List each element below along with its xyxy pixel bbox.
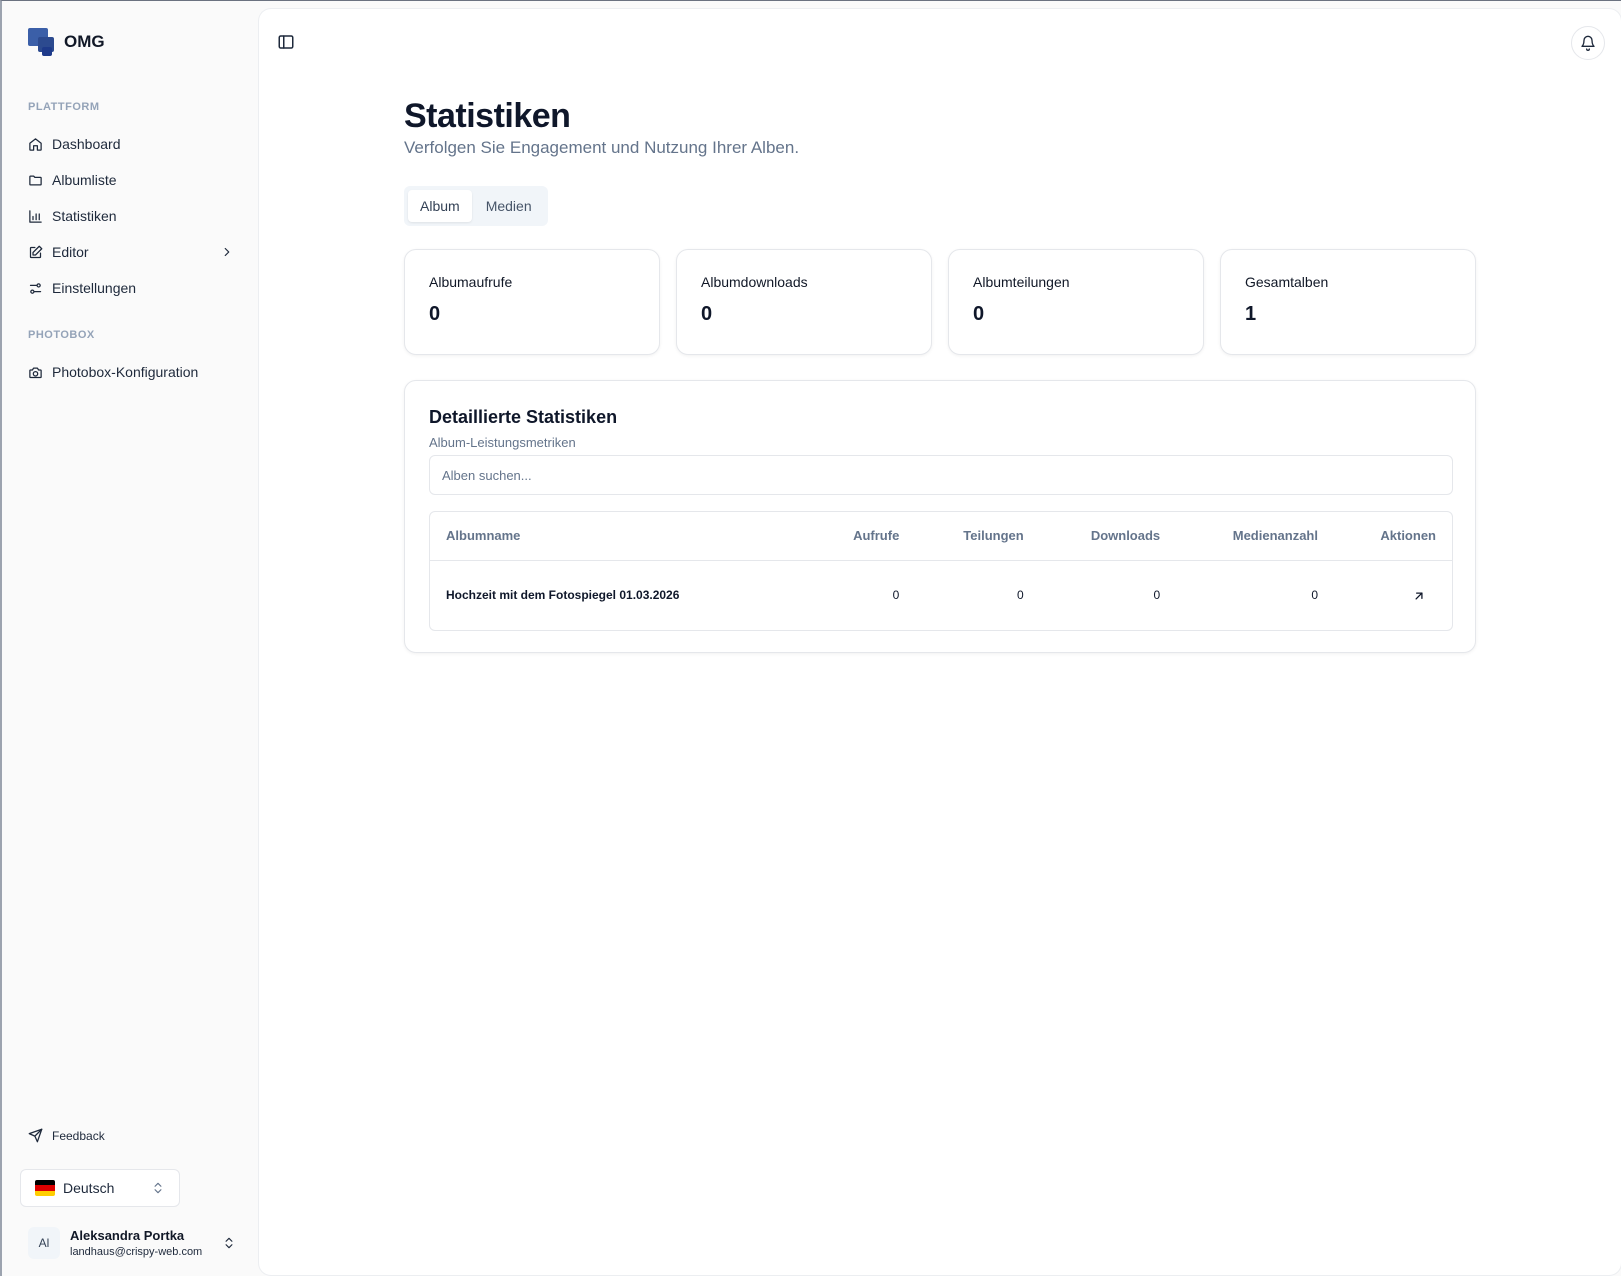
table-header-row: Albumname Aufrufe Teilungen Downloads Me… [430, 512, 1452, 561]
sidebar-item-albumliste[interactable]: Albumliste [28, 167, 234, 193]
column-header-medienanzahl[interactable]: Medienanzahl [1176, 512, 1334, 561]
media-count-cell: 0 [1311, 588, 1318, 603]
stat-card-albumdownloads: Albumdownloads 0 [676, 249, 932, 355]
detail-subtitle: Album-Leistungsmetriken [429, 435, 576, 450]
bell-icon [1581, 35, 1595, 51]
column-header-downloads[interactable]: Downloads [1039, 512, 1177, 561]
stat-label: Albumaufrufe [429, 274, 513, 290]
stat-label: Gesamtalben [1245, 274, 1329, 290]
section-label-plattform: PLATTFORM [28, 101, 100, 113]
main-panel: Statistiken Verfolgen Sie Engagement und… [259, 9, 1621, 1275]
send-icon [28, 1128, 43, 1143]
sidebar-item-einstellungen[interactable]: Einstellungen [28, 275, 234, 301]
section-label-photobox: PHOTOBOX [28, 329, 95, 341]
de-flag-icon [35, 1180, 55, 1196]
sidebar-item-label: Photobox-Konfiguration [52, 364, 199, 380]
bar-chart-icon [29, 209, 42, 223]
user-name: Aleksandra Portka [70, 1228, 185, 1243]
column-header-aufrufe[interactable]: Aufrufe [810, 512, 916, 561]
user-menu[interactable]: Al Aleksandra Portka landhaus@crispy-web… [28, 1223, 236, 1263]
chevron-right-icon [224, 247, 230, 257]
tab-list: Album Medien [404, 186, 548, 226]
edit-icon [29, 245, 43, 258]
stat-card-albumaufrufe: Albumaufrufe 0 [404, 249, 660, 355]
stat-value: 0 [429, 303, 441, 325]
stat-label: Albumteilungen [973, 274, 1070, 290]
avatar: Al [28, 1227, 60, 1259]
detailed-stats-card: Detaillierte Statistiken Album-Leistungs… [404, 380, 1476, 653]
stat-card-albumteilungen: Albumteilungen 0 [948, 249, 1204, 355]
stat-label: Albumdownloads [701, 274, 808, 290]
camera-icon [29, 367, 42, 378]
chevrons-up-down-icon [225, 1237, 233, 1249]
brand-name: OMG [64, 32, 105, 51]
sidebar-item-label: Einstellungen [52, 280, 137, 296]
home-icon [29, 137, 42, 151]
views-cell: 0 [892, 588, 900, 603]
column-header-aktionen: Aktionen [1334, 512, 1452, 561]
sidebar-toggle-icon[interactable] [277, 33, 295, 51]
column-header-teilungen[interactable]: Teilungen [915, 512, 1040, 561]
sidebar-item-photobox-konfiguration[interactable]: Photobox-Konfiguration [28, 359, 234, 385]
chevrons-up-down-icon [154, 1182, 162, 1194]
sidebar-item-statistiken[interactable]: Statistiken [28, 203, 234, 229]
stats-table: Albumname Aufrufe Teilungen Downloads Me… [429, 511, 1453, 631]
tab-medien[interactable]: Medien [474, 190, 544, 222]
page-title: Statistiken [404, 97, 571, 135]
stat-value: 1 [1245, 303, 1257, 325]
sliders-icon [29, 282, 42, 294]
folder-icon [29, 175, 42, 185]
album-name-cell: Hochzeit mit dem Fotospiegel 01.03.2026 [446, 588, 680, 603]
album-search-input[interactable] [429, 455, 1453, 495]
sidebar-item-label: Editor [52, 244, 89, 260]
stat-value: 0 [701, 303, 713, 325]
sidebar-item-label: Dashboard [52, 136, 121, 152]
user-email: landhaus@crispy-web.com [70, 1246, 203, 1258]
brand[interactable]: OMG [26, 27, 105, 57]
notifications-button[interactable] [1571, 26, 1605, 60]
table-row: Hochzeit mit dem Fotospiegel 01.03.2026 … [430, 560, 1452, 630]
downloads-cell: 0 [1153, 588, 1161, 603]
sidebar-item-label: Albumliste [52, 172, 117, 188]
language-select[interactable]: Deutsch [20, 1169, 180, 1207]
sidebar-item-label: Statistiken [52, 208, 117, 224]
tab-album[interactable]: Album [408, 190, 472, 222]
column-header-albumname[interactable]: Albumname [430, 512, 810, 561]
detail-title: Detaillierte Statistiken [429, 407, 618, 427]
language-label: Deutsch [63, 1180, 115, 1196]
brand-logo-icon [26, 27, 56, 57]
page-subtitle: Verfolgen Sie Engagement und Nutzung Ihr… [404, 138, 800, 157]
arrow-up-right-icon[interactable] [1412, 589, 1426, 603]
shares-cell: 0 [1017, 588, 1024, 603]
sidebar: OMG PLATTFORM Dashboard Albumliste Stati… [2, 1, 258, 1276]
stat-card-gesamtalben: Gesamtalben 1 [1220, 249, 1476, 355]
feedback-link[interactable]: Feedback [28, 1128, 105, 1143]
sidebar-item-dashboard[interactable]: Dashboard [28, 131, 234, 157]
stat-value: 0 [973, 303, 985, 325]
actions-cell [1334, 560, 1452, 630]
sidebar-item-editor[interactable]: Editor [28, 239, 234, 265]
feedback-label: Feedback [52, 1128, 105, 1143]
